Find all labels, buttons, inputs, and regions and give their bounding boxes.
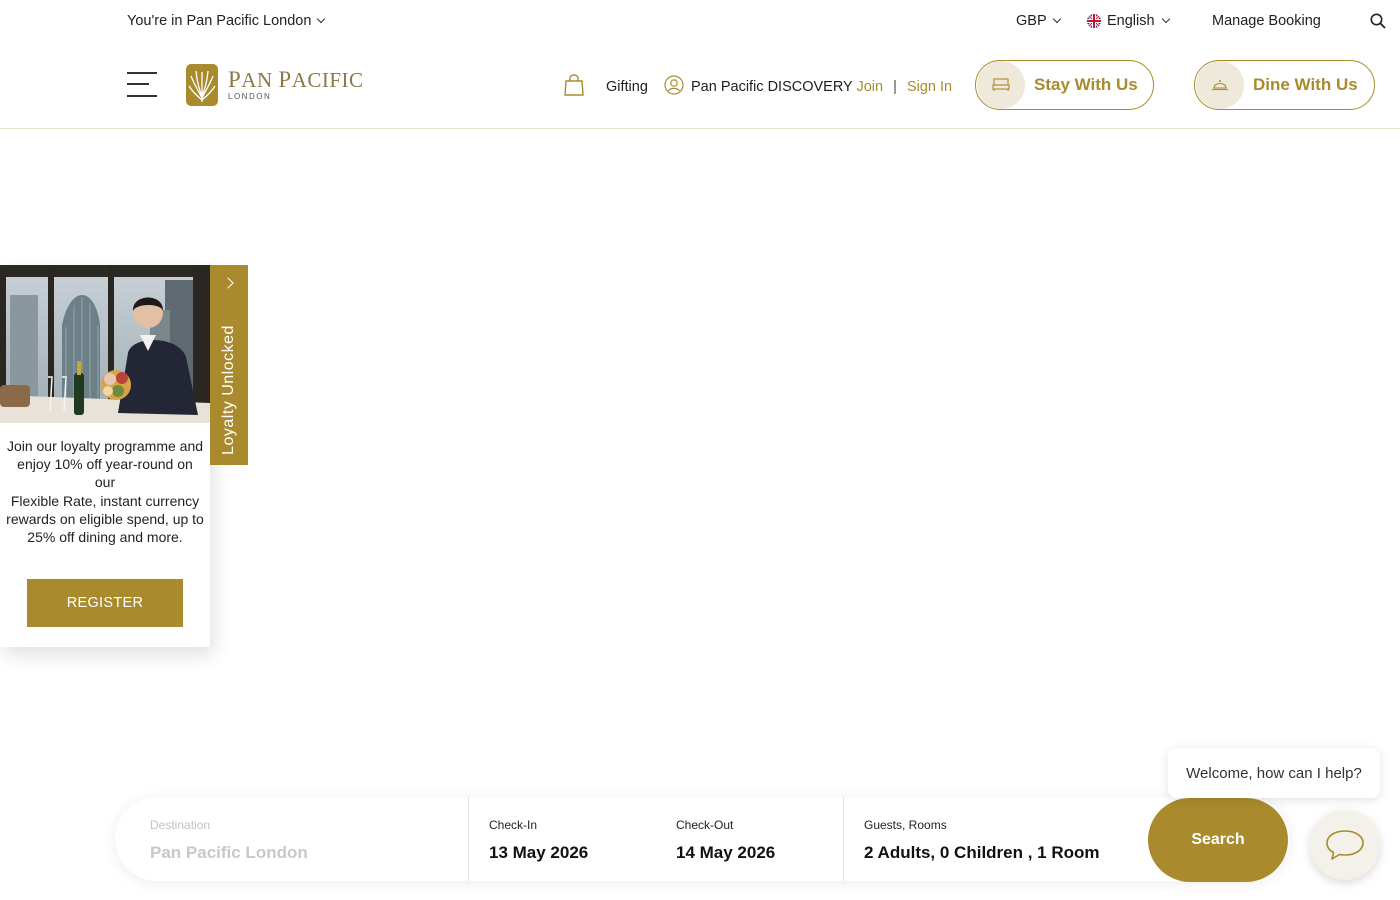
gifting-link[interactable]: Gifting	[606, 79, 648, 95]
chevron-down-icon	[317, 14, 326, 24]
check-out-value: 14 May 2026	[676, 843, 776, 862]
destination-field[interactable]: Destination Pan Pacific London	[115, 797, 468, 881]
sign-in-link[interactable]: Sign In	[907, 79, 952, 95]
main-header: PAN PACIFIC LONDON Gifting Pan Pacific D…	[0, 44, 1400, 129]
discovery-links: Pan Pacific DISCOVERY Join | Sign In	[691, 79, 952, 95]
cloche-icon	[1196, 61, 1244, 109]
guests-rooms-field[interactable]: Guests, Rooms 2 Adults, 0 Children , 1 R…	[844, 797, 1144, 881]
dine-with-us-label: Dine With Us	[1253, 75, 1358, 94]
destination-label: Destination	[150, 818, 211, 832]
menu-icon[interactable]	[127, 71, 157, 99]
currency-selector[interactable]: GBP	[1016, 13, 1061, 29]
chevron-down-icon	[1161, 14, 1170, 24]
dine-with-us-button[interactable]: Dine With Us	[1194, 60, 1375, 110]
destination-value: Pan Pacific London	[150, 843, 308, 862]
discovery-label: Pan Pacific DISCOVERY	[691, 79, 853, 95]
manage-booking-link[interactable]: Manage Booking	[1212, 13, 1321, 29]
chat-welcome-bubble[interactable]: Welcome, how can I help?	[1168, 748, 1380, 798]
language-selector[interactable]: English	[1087, 13, 1170, 29]
logo-subtitle: LONDON	[228, 92, 272, 101]
language-label: English	[1107, 13, 1155, 29]
register-button[interactable]: REGISTER	[27, 579, 183, 627]
loyalty-description: Join our loyalty programme and enjoy 10%…	[0, 437, 210, 546]
loyalty-promo-card: Join our loyalty programme and enjoy 10%…	[0, 265, 210, 647]
bed-icon	[977, 61, 1025, 109]
chevron-down-icon	[1052, 14, 1061, 24]
guests-rooms-value: 2 Adults, 0 Children , 1 Room	[864, 843, 1100, 862]
join-link[interactable]: Join	[856, 79, 883, 95]
booking-widget: Destination Pan Pacific London Check-In …	[115, 797, 1289, 881]
loyalty-unlocked-tab[interactable]: Loyalty Unlocked	[210, 265, 248, 465]
chat-icon[interactable]	[1310, 810, 1380, 880]
logo-emblem-icon	[186, 64, 218, 106]
chevron-right-icon	[222, 277, 234, 289]
pan-pacific-logo[interactable]: PAN PACIFIC LONDON	[186, 62, 364, 106]
uk-flag-icon	[1087, 14, 1101, 28]
check-out-label: Check-Out	[676, 818, 734, 832]
currency-label: GBP	[1016, 13, 1047, 29]
check-in-field[interactable]: Check-In 13 May 2026	[469, 797, 656, 881]
user-icon[interactable]	[664, 75, 684, 95]
guests-rooms-label: Guests, Rooms	[864, 818, 947, 832]
search-icon[interactable]	[1370, 13, 1386, 29]
loyalty-tab-label: Loyalty Unlocked	[220, 325, 237, 455]
stay-with-us-label: Stay With Us	[1034, 75, 1138, 94]
stay-with-us-button[interactable]: Stay With Us	[975, 60, 1154, 110]
location-selector[interactable]: You're in Pan Pacific London	[127, 13, 326, 29]
top-utility-bar: You're in Pan Pacific London GBP English…	[0, 0, 1400, 44]
loyalty-promo-image	[0, 265, 210, 423]
shopping-bag-icon[interactable]	[563, 74, 585, 96]
search-button[interactable]: Search	[1148, 798, 1288, 882]
loyalty-description-line2: Flexible Rate, instant currency rewards …	[6, 492, 204, 546]
check-in-label: Check-In	[489, 818, 538, 832]
loyalty-description-line1: Join our loyalty programme and enjoy 10%…	[6, 438, 204, 491]
check-out-field[interactable]: Check-Out 14 May 2026	[656, 797, 843, 881]
logo-wordmark: PAN PACIFIC	[228, 67, 364, 92]
check-in-value: 13 May 2026	[489, 843, 589, 862]
link-separator: |	[893, 79, 897, 95]
location-label: You're in Pan Pacific London	[127, 13, 312, 29]
